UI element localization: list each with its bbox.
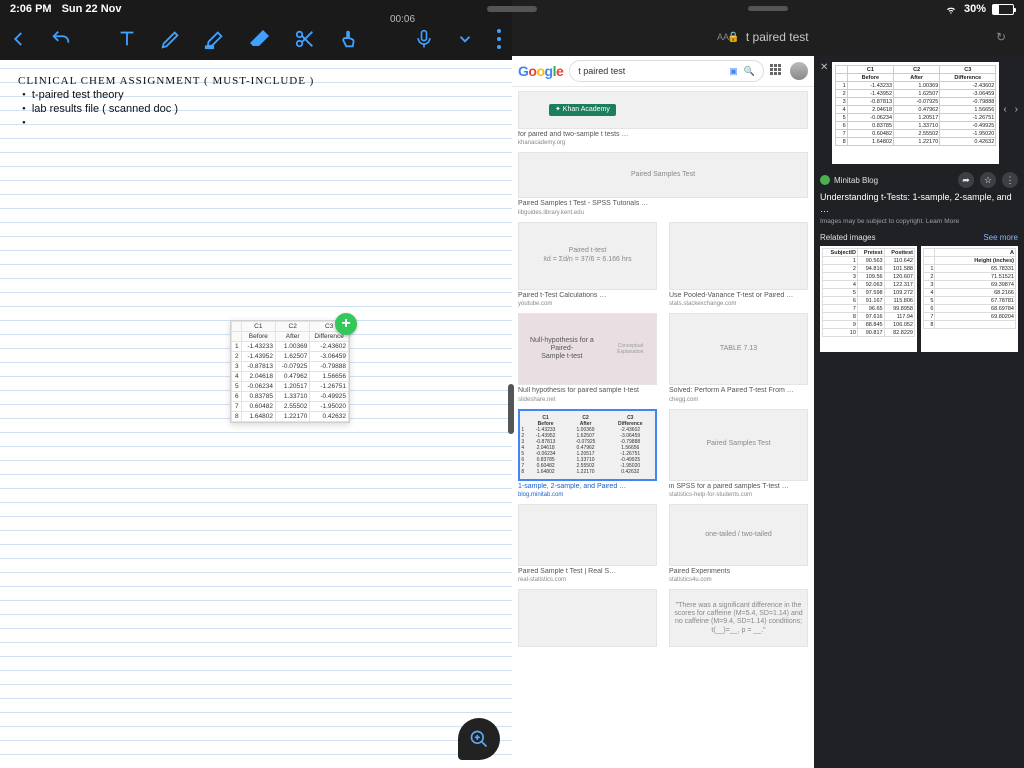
lasso-scissors-icon[interactable] [294,26,316,52]
multitask-handle-left[interactable] [487,6,537,12]
result-caption[interactable]: Use Pooled-Variance T-test or Paired … [669,292,808,300]
wifi-icon [944,4,958,15]
camera-icon[interactable]: ▣ [729,66,738,77]
ipad-status-bar: 2:06 PM Sun 22 Nov 30% [0,0,1024,18]
note-canvas[interactable]: CLINICAL CHEM ASSIGNMENT ( MUST-INCLUDE … [0,60,512,768]
result-caption[interactable]: in SPSS for a paired samples T-test … [669,483,808,491]
related-label: Related images [820,233,876,242]
result-source: khanacademy.org [518,140,808,146]
reload-icon[interactable]: ↻ [996,30,1006,44]
search-icon[interactable]: 🔍 [744,66,755,77]
result-source: stats.stackexchange.com [669,301,808,307]
result-thumb[interactable]: one-tailed / two-tailed [669,504,808,566]
result-thumb[interactable]: Paired t-testx̄d = Σd/n = 37/6 = 6.166 h… [518,222,657,290]
google-search-input[interactable]: t paired test ▣ 🔍 [569,60,764,82]
url-text: t paired test [746,30,809,44]
result-caption[interactable]: Paired Samples t Test - SPSS Tutorials … [518,200,808,208]
google-header: Google t paired test ▣ 🔍 [512,56,814,87]
detail-title[interactable]: Understanding t-Tests: 1-sample, 2-sampl… [820,192,1018,215]
battery-pct: 30% [964,3,986,15]
result-thumb[interactable] [669,222,808,290]
tap-tool-icon[interactable] [338,26,360,52]
more-icon[interactable]: ⋮ [1002,172,1018,188]
account-avatar[interactable] [790,62,808,80]
add-badge-icon[interactable]: + [335,313,357,335]
result-caption[interactable]: Paired Experiments [669,568,808,576]
safari-address-bar[interactable]: AA 🔒 t paired test ↻ [512,18,1024,56]
result-thumb[interactable]: Paired Samples Test [518,152,808,198]
result-source: blog.minitab.com [518,492,657,498]
microphone-icon[interactable] [414,26,434,52]
safari-pane: AA 🔒 t paired test ↻ Google t paired tes… [512,0,1024,768]
pasted-table-card[interactable]: + C1 C2 C3 Before After Difference 1-1.4… [230,320,350,423]
related-image[interactable]: AHeight (inches)165.78331271.51521369.39… [921,246,1018,352]
result-source: statistics-help-for-students.com [669,492,808,498]
back-icon[interactable] [10,26,28,52]
data-table: C1 C2 C3 Before After Difference 1-1.432… [231,321,349,422]
highlighter-tool-icon[interactable] [204,26,226,52]
notes-app-pane: 00:06 CLINICAL CHEM ASSIGNMENT ( MUST-IN… [0,0,512,768]
khan-academy-chip: ✦ Khan Academy [549,104,616,116]
source-favicon [820,175,830,185]
result-thumb-selected[interactable]: C1C2C3BeforeAfterDifference1-1.432331.00… [518,409,657,481]
result-caption[interactable]: Paired t-Test Calculations … [518,292,657,300]
status-time: 2:06 PM [10,3,52,15]
result-source: libguides.library.kent.edu [518,210,808,216]
result-thumb[interactable]: ✦ Khan Academy [518,91,808,129]
detail-image[interactable]: C1C2C3BeforeAfterDifference1-1.432331.00… [832,62,999,164]
undo-icon[interactable] [50,26,72,52]
eraser-tool-icon[interactable] [248,26,272,52]
result-thumb[interactable] [518,589,657,647]
result-source: chegg.com [669,397,808,403]
result-caption[interactable]: Null hypothesis for paired sample t-test [518,387,657,395]
note-bullet: lab results file ( scanned doc ) [22,102,502,116]
result-caption[interactable]: 1-sample, 2-sample, and Paired … [518,483,657,491]
google-apps-icon[interactable] [770,64,784,78]
detail-subtitle: Images may be subject to copyright. Lear… [820,218,1018,225]
result-caption[interactable]: Paired Sample t Test | Real S… [518,568,657,576]
result-thumb[interactable]: TABLE 7.13 [669,313,808,385]
google-logo[interactable]: Google [518,63,563,79]
pen-tool-icon[interactable] [160,26,182,52]
prev-icon[interactable]: ‹ [1003,104,1006,115]
bookmark-icon[interactable]: ☆ [980,172,996,188]
status-date: Sun 22 Nov [62,3,122,15]
text-tool-icon[interactable] [116,26,138,52]
result-thumb[interactable]: "There was a significant difference in t… [669,589,808,647]
more-icon[interactable] [496,26,502,52]
result-thumb[interactable]: Paired Samples Test [669,409,808,481]
result-thumb[interactable]: Null-hypothesis for a Paired-Sample t-te… [518,313,657,385]
next-icon[interactable]: › [1015,104,1018,115]
google-results-column[interactable]: Google t paired test ▣ 🔍 ✦ Khan Academy … [512,56,814,768]
close-icon[interactable]: ✕ [820,62,828,73]
result-source: youtube.com [518,301,657,307]
lock-icon: 🔒 [727,32,739,43]
zoom-button[interactable] [458,718,500,760]
share-icon[interactable]: ➦ [958,172,974,188]
related-image[interactable]: SubjectIDPretestPosttest190.563110.64229… [820,246,917,352]
reader-aa-icon[interactable]: AA [717,32,729,42]
note-bullet: t-paired test theory [22,88,502,102]
battery-icon [992,4,1014,15]
note-title: CLINICAL CHEM ASSIGNMENT ( MUST-INCLUDE … [18,74,502,88]
result-caption[interactable]: Solved: Perform A Paired T-test From … [669,387,808,395]
split-view-divider[interactable] [508,384,514,434]
result-source: statistics4u.com [669,577,808,583]
chevron-down-icon[interactable] [456,26,474,52]
source-name[interactable]: Minitab Blog [834,176,878,185]
result-caption[interactable]: for paired and two-sample t tests … [518,131,808,139]
result-source: slideshare.net [518,397,657,403]
result-source: real-statistics.com [518,577,657,583]
image-detail-panel: ✕ C1C2C3BeforeAfterDifference1-1.432331.… [814,56,1024,768]
see-more-link[interactable]: See more [983,233,1018,242]
result-thumb[interactable] [518,504,657,566]
note-bullet [22,116,502,130]
search-query-text: t paired test [578,66,625,76]
